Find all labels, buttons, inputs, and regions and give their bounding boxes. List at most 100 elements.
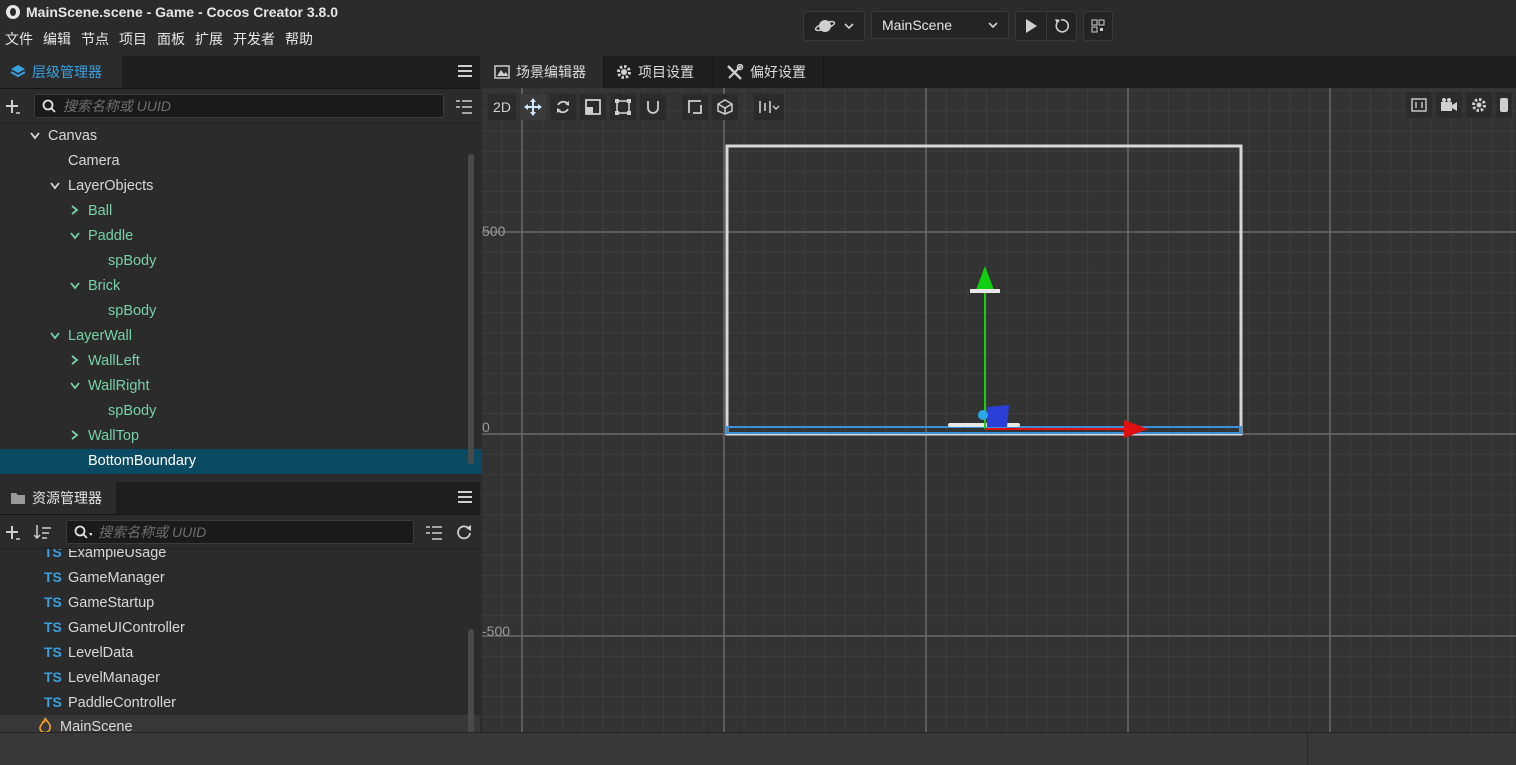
platform-select[interactable]	[803, 11, 865, 41]
scene-overflow-button[interactable]	[1496, 92, 1512, 118]
tab-hierarchy[interactable]: 层级管理器	[0, 56, 122, 88]
tree-node[interactable]: WallLeft	[0, 349, 531, 374]
tree-node[interactable]: Camera	[0, 149, 511, 174]
asset-item-label: GameManager	[68, 570, 165, 586]
assets-menu-icon[interactable]	[458, 491, 472, 503]
align-dropdown-button[interactable]	[754, 94, 784, 120]
tree-node[interactable]: Brick	[0, 274, 531, 299]
refresh-button[interactable]	[1045, 12, 1077, 40]
hierarchy-search-input[interactable]	[56, 97, 443, 115]
tab-assets[interactable]: 资源管理器	[0, 482, 116, 514]
asset-item[interactable]: TS PaddleController	[0, 690, 480, 715]
asset-item-label: ExampleUsage	[68, 548, 167, 561]
hierarchy-menu-icon[interactable]	[458, 65, 472, 77]
frame-button[interactable]	[1406, 92, 1432, 118]
tab-preferences-label: 偏好设置	[750, 64, 806, 80]
tab-project-settings[interactable]: 项目设置	[604, 56, 714, 88]
scene-viewport[interactable]: 500 0 -500	[482, 88, 1516, 732]
tree-node[interactable]: Paddle	[0, 224, 531, 249]
tree-node[interactable]: WallTop	[0, 424, 531, 449]
tree-node-label: spBody	[108, 253, 157, 269]
chevron-down-icon[interactable]	[68, 275, 82, 300]
chevron-right-icon[interactable]	[68, 350, 82, 375]
assets-scrollbar[interactable]	[468, 629, 474, 733]
menu-node[interactable]: 节点	[76, 30, 114, 48]
chevron-down-icon[interactable]	[48, 175, 62, 200]
gear-icon	[1472, 98, 1486, 112]
tree-node[interactable]: LayerWall	[0, 324, 511, 349]
collapse-all-icon[interactable]	[455, 99, 473, 115]
pivot-button[interactable]	[682, 94, 708, 120]
tree-node-label: Canvas	[48, 128, 98, 144]
pivot-icon	[688, 100, 702, 114]
chevron-down-icon[interactable]	[28, 125, 42, 150]
tree-node[interactable]: LayerObjects	[0, 174, 511, 199]
add-node-icon[interactable]	[5, 99, 21, 115]
chevron-down-icon[interactable]	[48, 325, 62, 350]
mode-2d-button[interactable]: 2D	[488, 94, 516, 120]
layers-icon	[10, 65, 26, 78]
refresh-icon[interactable]	[456, 524, 472, 540]
scene-settings-button[interactable]	[1466, 92, 1492, 118]
menu-edit[interactable]: 编辑	[38, 30, 76, 48]
move-tool-button[interactable]	[520, 94, 546, 120]
snap-tool-button[interactable]	[640, 94, 666, 120]
chevron-down-icon	[844, 23, 854, 30]
menu-panel[interactable]: 面板	[152, 30, 190, 48]
asset-item[interactable]: TS LevelManager	[0, 665, 480, 690]
folder-icon	[11, 493, 25, 504]
menu-developer[interactable]: 开发者	[228, 30, 280, 48]
tree-node-label: WallRight	[88, 378, 150, 394]
hierarchy-scrollbar[interactable]	[468, 154, 474, 464]
tree-node[interactable]: Canvas	[0, 124, 491, 149]
asset-item-label: GameStartup	[68, 595, 155, 611]
assets-search-input[interactable]	[92, 523, 413, 541]
qrcode-button[interactable]	[1083, 11, 1113, 41]
menu-extension[interactable]: 扩展	[190, 30, 228, 48]
asset-item[interactable]: TS ExampleUsage	[0, 548, 480, 565]
asset-item[interactable]: TS GameUIController	[0, 615, 480, 640]
asset-item[interactable]: TS GameStartup	[0, 590, 480, 615]
local-global-button[interactable]	[712, 94, 738, 120]
menu-bar: 文件 编辑 节点 项目 面板 扩展 开发者 帮助	[0, 30, 318, 48]
tab-scene-editor[interactable]: 场景编辑器	[482, 56, 604, 88]
chevron-down-icon[interactable]	[68, 375, 82, 400]
sort-icon[interactable]	[34, 524, 52, 540]
rotate-tool-button[interactable]	[550, 94, 576, 120]
collapse-all-icon[interactable]	[425, 525, 443, 541]
tree-node[interactable]: Ball	[0, 199, 531, 224]
tab-preferences[interactable]: 偏好设置	[714, 56, 824, 88]
tree-node-label: Camera	[68, 153, 120, 169]
chevron-right-icon[interactable]	[68, 200, 82, 225]
asset-item[interactable]: TS GameManager	[0, 565, 480, 590]
add-asset-icon[interactable]	[5, 525, 21, 541]
hierarchy-search[interactable]	[34, 94, 444, 118]
align-icon	[759, 101, 780, 113]
camera-button[interactable]	[1436, 92, 1462, 118]
rect-tool-button[interactable]	[610, 94, 636, 120]
scene-toolbar: 2D	[482, 92, 784, 122]
assets-search[interactable]	[66, 520, 414, 544]
scene-select[interactable]: MainScene	[871, 11, 1009, 39]
asset-item[interactable]: MainScene	[0, 715, 480, 733]
scale-tool-button[interactable]	[580, 94, 606, 120]
chevron-down-icon[interactable]	[68, 225, 82, 250]
hierarchy-tree: BottomBoundary WallTop spBody WallRight Wall…	[0, 123, 531, 481]
play-button[interactable]	[1016, 12, 1046, 40]
ruler-label: 0	[482, 419, 490, 435]
tree-node[interactable]: BottomBoundary	[0, 449, 531, 474]
search-icon	[42, 99, 56, 113]
menu-file[interactable]: 文件	[0, 30, 38, 48]
menu-help[interactable]: 帮助	[280, 30, 318, 48]
asset-item-label: MainScene	[60, 719, 133, 733]
scene-right-toolbar	[1406, 92, 1512, 118]
tab-project-settings-label: 项目设置	[638, 64, 694, 80]
hierarchy-header: 层级管理器	[0, 56, 480, 89]
tree-node-label: LayerObjects	[68, 178, 154, 194]
menu-project[interactable]: 项目	[114, 30, 152, 48]
chevron-right-icon[interactable]	[68, 425, 82, 450]
move-icon	[524, 98, 542, 116]
chevron-down-icon	[988, 22, 998, 29]
asset-item[interactable]: TS LevelData	[0, 640, 480, 665]
tree-node[interactable]: WallRight	[0, 374, 531, 399]
